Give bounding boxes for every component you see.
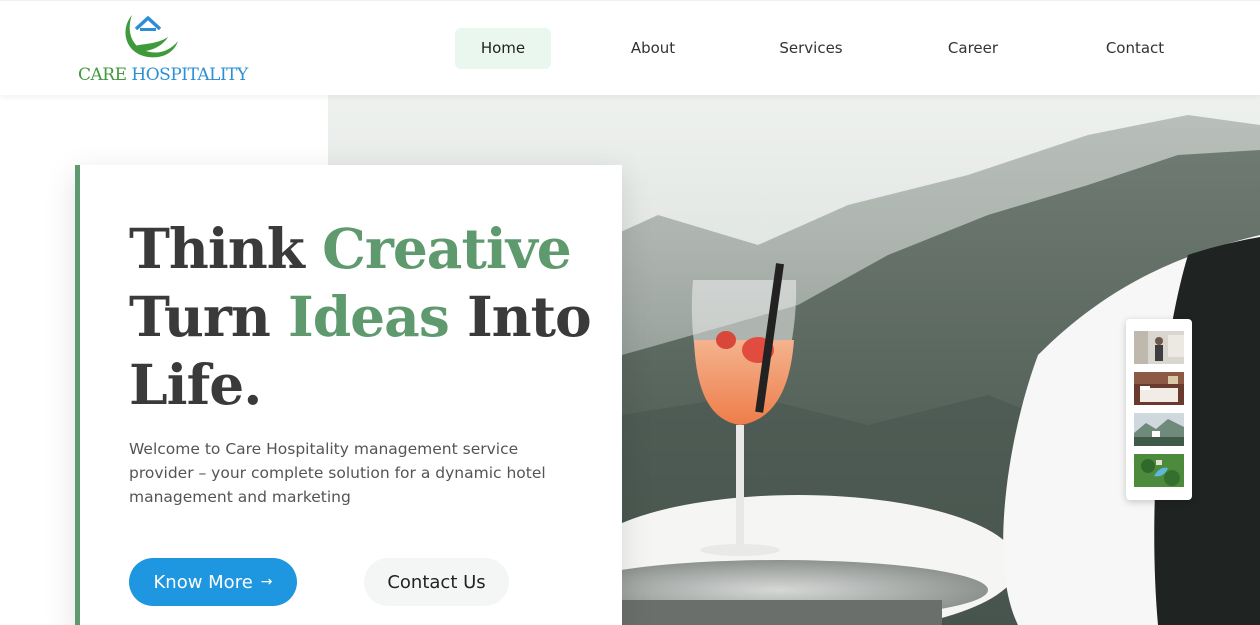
headline-word-think: Think	[129, 216, 305, 281]
nav-services[interactable]: Services	[761, 28, 861, 69]
headline-word-turn: Turn	[129, 284, 271, 349]
brand-logo[interactable]: CARE HOSPITALITY	[78, 7, 248, 91]
thumbnail-hotel-room[interactable]	[1134, 372, 1184, 405]
nav-about[interactable]: About	[611, 28, 695, 69]
nav-home[interactable]: Home	[455, 28, 551, 69]
hero-headline: Think Creative Turn Ideas Into Life.	[129, 215, 599, 419]
know-more-button[interactable]: Know More →	[129, 558, 297, 606]
nav-contact[interactable]: Contact	[1087, 28, 1183, 69]
person-in-room-thumbnail-icon	[1134, 331, 1184, 364]
hotel-room-thumbnail-icon	[1134, 372, 1184, 405]
gallery-thumbnail-strip	[1126, 319, 1192, 500]
logo-word-care: CARE	[78, 65, 127, 85]
know-more-label: Know More	[153, 571, 253, 593]
thumbnail-landscape[interactable]	[1134, 413, 1184, 446]
contact-us-button[interactable]: Contact Us	[364, 558, 509, 606]
site-header: CARE HOSPITALITY Home About Services Car…	[0, 0, 1260, 95]
logo-word-hospitality: HOSPITALITY	[131, 65, 248, 85]
thumbnail-aerial-resort[interactable]	[1134, 454, 1184, 487]
hero-text-card: Think Creative Turn Ideas Into Life. Wel…	[75, 165, 622, 625]
nav-career[interactable]: Career	[929, 28, 1017, 69]
house-hand-logo-icon	[125, 15, 178, 58]
contact-us-label: Contact Us	[387, 571, 486, 593]
arrow-right-icon: →	[260, 574, 273, 590]
headline-word-creative: Creative	[322, 216, 572, 281]
headline-word-into: Into	[466, 284, 592, 349]
headline-word-life: Life.	[129, 352, 262, 417]
thumbnail-person-in-room[interactable]	[1134, 331, 1184, 364]
aerial-resort-thumbnail-icon	[1134, 454, 1184, 487]
landscape-thumbnail-icon	[1134, 413, 1184, 446]
headline-word-ideas: Ideas	[288, 284, 450, 349]
hero-intro-text: Welcome to Care Hospitality management s…	[129, 440, 546, 506]
brand-wordmark: CARE HOSPITALITY	[78, 65, 248, 85]
